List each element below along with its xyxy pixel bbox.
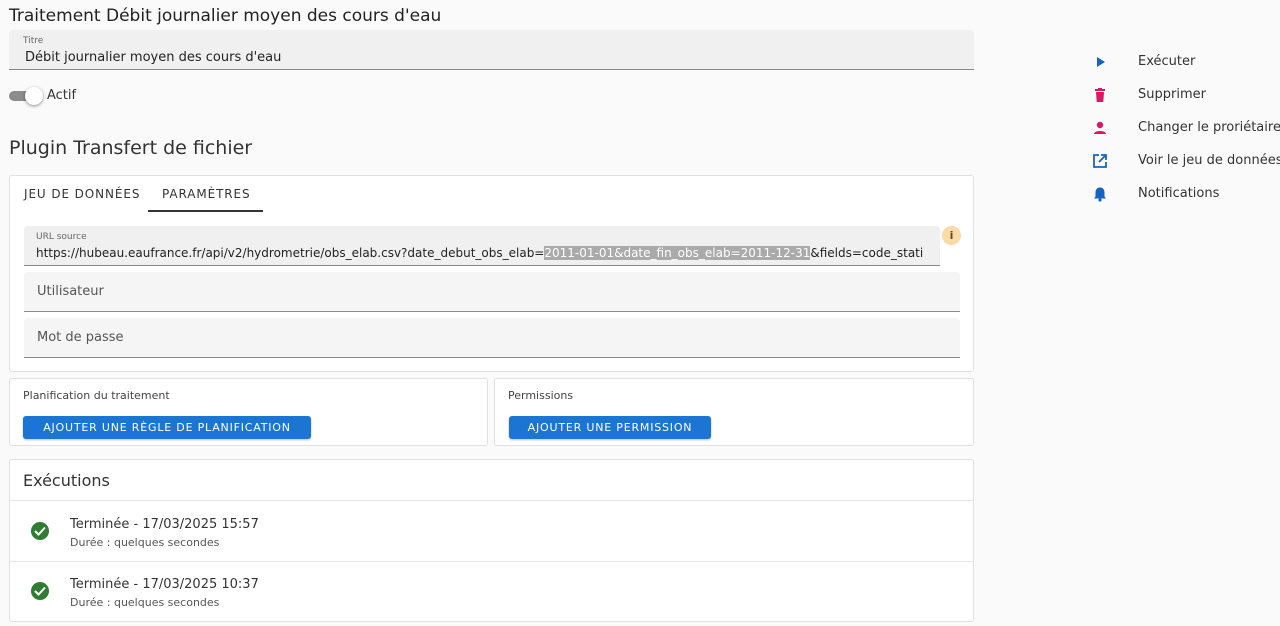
delete-action-label: Supprimer [1138,87,1206,102]
play-icon [1097,57,1105,67]
execution-duration: Durée : quelques secondes [70,536,220,549]
tab-parameters[interactable]: Paramètres [162,187,251,201]
bell-icon [1094,187,1106,202]
user-field-placeholder: Utilisateur [37,284,104,299]
password-field[interactable]: Mot de passe [24,318,960,358]
user-field[interactable]: Utilisateur [24,272,960,312]
change-owner-action[interactable]: Changer le proriétaire [1090,118,1280,138]
notifications-action-label: Notifications [1138,186,1220,201]
scheduling-label: Planification du traitement [23,389,170,402]
title-field-label: Titre [23,36,44,46]
execution-duration: Durée : quelques secondes [70,596,220,609]
executions-card: Exécutions Terminée - 17/03/2025 15:57 D… [9,459,974,622]
person-icon [1094,121,1106,134]
execution-row[interactable]: Terminée - 17/03/2025 10:37 Durée : quel… [10,561,973,621]
notifications-action[interactable]: Notifications [1090,184,1280,204]
trash-icon [1095,88,1105,102]
url-source-label: URL source [36,232,87,242]
execute-action-label: Exécuter [1138,54,1196,69]
url-value-pre: https://hubeau.eaufrance.fr/api/v2/hydro… [36,246,545,260]
change-owner-action-label: Changer le proriétaire [1138,120,1280,135]
delete-action[interactable]: Supprimer [1090,85,1280,105]
url-source-field[interactable]: URL source https://hubeau.eaufrance.fr/a… [24,226,940,266]
title-field[interactable]: Titre Débit journalier moyen des cours d… [9,30,974,70]
url-source-value[interactable]: https://hubeau.eaufrance.fr/api/v2/hydro… [36,246,936,260]
active-toggle-label[interactable]: Actif [47,88,76,103]
active-tab-indicator [148,210,263,212]
add-permission-button[interactable]: Ajouter une permission [509,416,711,439]
execution-status: Terminée - 17/03/2025 10:37 [70,577,259,592]
page-title: Traitement Débit journalier moyen des co… [9,6,442,26]
url-value-selection: 2011-01-01&date_fin_obs_elab=2011-12-31 [544,246,811,260]
open-in-new-icon [1093,154,1107,168]
info-icon[interactable]: i [942,226,961,245]
password-field-placeholder: Mot de passe [37,330,124,345]
permissions-card: Permissions Ajouter une permission [494,378,974,446]
active-toggle[interactable] [9,87,43,105]
url-value-post: &fields=code_stati [810,246,924,260]
title-field-value[interactable]: Débit journalier moyen des cours d'eau [25,50,281,65]
scheduling-card: Planification du traitement Ajouter une … [9,378,488,446]
execution-status: Terminée - 17/03/2025 15:57 [70,517,259,532]
check-circle-icon [31,522,49,540]
view-dataset-action[interactable]: Voir le jeu de données [1090,151,1280,171]
page: Traitement Débit journalier moyen des co… [0,0,1280,626]
plugin-title: Plugin Transfert de fichier [9,137,253,159]
execution-row[interactable]: Terminée - 17/03/2025 15:57 Durée : quel… [10,501,973,561]
executions-title: Exécutions [23,471,110,490]
execute-action[interactable]: Exécuter [1090,52,1280,72]
check-circle-icon [31,582,49,600]
toggle-thumb [25,87,43,105]
tab-dataset[interactable]: Jeu de données [24,187,140,201]
plugin-card: Jeu de données Paramètres URL source htt… [9,175,974,372]
add-schedule-rule-button[interactable]: Ajouter une règle de planification [23,416,311,439]
permissions-label: Permissions [508,389,574,402]
view-dataset-action-label: Voir le jeu de données [1138,153,1280,168]
